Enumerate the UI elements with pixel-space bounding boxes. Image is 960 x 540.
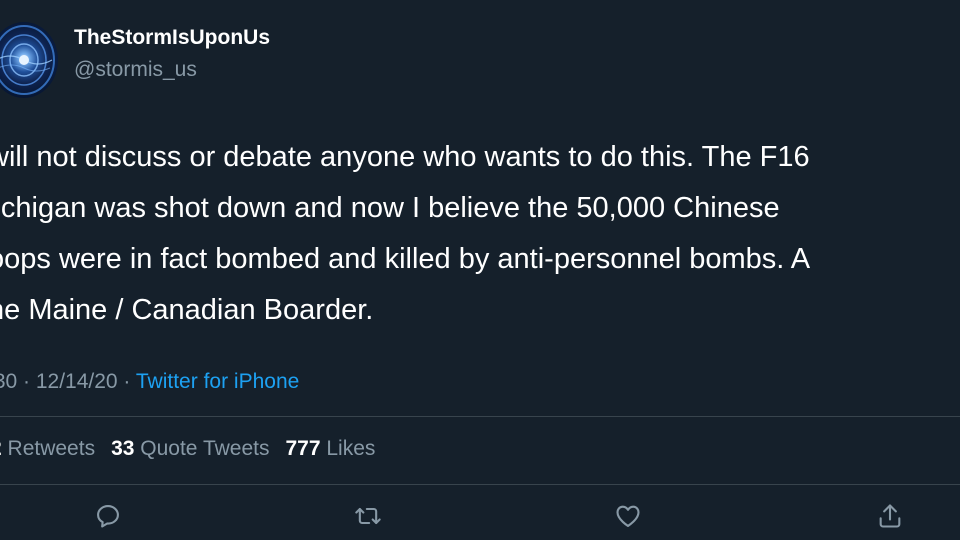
avatar[interactable]: [0, 22, 58, 98]
display-name[interactable]: TheStormIsUponUs: [74, 26, 270, 50]
likes-label: Likes: [326, 437, 376, 460]
source-link[interactable]: Twitter for iPhone: [136, 370, 299, 393]
divider: [0, 484, 960, 485]
timestamp[interactable]: :30 · 12/14/20 ·: [0, 370, 136, 393]
tweet-detail-view: TheStormIsUponUs @stormis_us will not di…: [0, 0, 960, 540]
share-icon[interactable]: [874, 500, 906, 532]
tweet-text: will not discuss or debate anyone who wa…: [0, 132, 960, 336]
tweet-text-line: oops were in fact bombed and killed by a…: [0, 243, 811, 275]
engagement-stats: 2 Retweets 33 Quote Tweets 777 Likes: [0, 437, 375, 461]
tweet-text-line: will not discuss or debate anyone who wa…: [0, 141, 810, 173]
like-icon[interactable]: [612, 500, 644, 532]
tweet-text-line: lichigan was shot down and now I believe…: [0, 192, 780, 224]
retweets-count: 2: [0, 437, 2, 460]
likes-count: 777: [285, 437, 321, 460]
tweet-text-line: ne Maine / Canadian Boarder.: [0, 294, 374, 326]
action-bar: [0, 500, 960, 534]
tweet-meta: :30 · 12/14/20 · Twitter for iPhone: [0, 370, 299, 394]
username-handle[interactable]: @stormis_us: [74, 58, 197, 82]
quote-tweets-stat[interactable]: 33 Quote Tweets: [111, 437, 269, 460]
reply-icon[interactable]: [92, 500, 124, 532]
quotes-count: 33: [111, 437, 135, 460]
likes-stat[interactable]: 777 Likes: [285, 437, 375, 460]
retweet-icon[interactable]: [352, 500, 384, 532]
retweets-stat[interactable]: 2 Retweets: [0, 437, 95, 460]
quotes-label: Quote Tweets: [140, 437, 270, 460]
divider: [0, 416, 960, 417]
storm-avatar-icon: [0, 25, 55, 95]
retweets-label: Retweets: [7, 437, 96, 460]
